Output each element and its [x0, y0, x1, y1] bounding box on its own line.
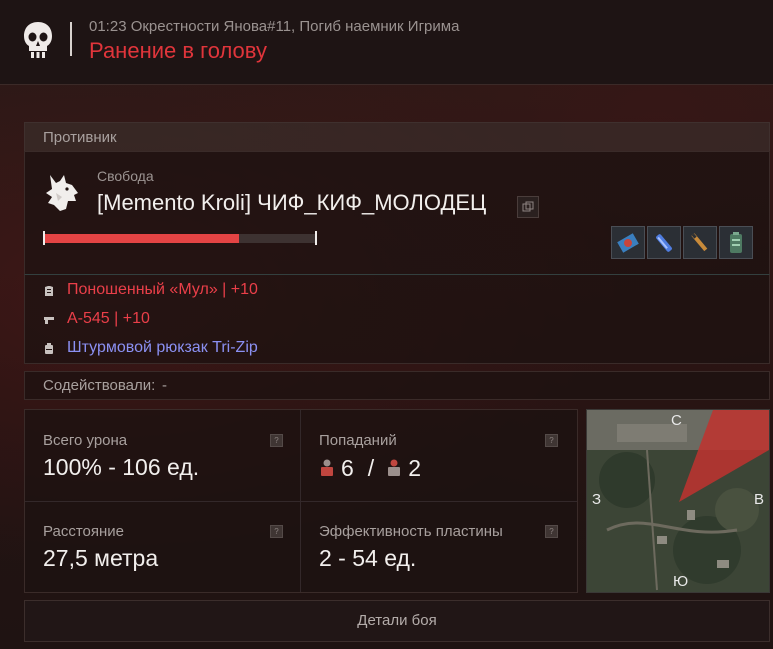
copy-icon — [522, 201, 534, 212]
stat-total-damage-value: 100% - 106 ед. — [43, 454, 200, 480]
stat-hits-label: Попаданий — [319, 432, 397, 449]
quick-slot[interactable] — [719, 226, 753, 259]
stat-hits-head-count: 2 — [408, 454, 421, 481]
assist-label: Содействовали: — [43, 377, 156, 394]
skull-icon — [24, 22, 52, 58]
help-icon[interactable]: ? — [270, 434, 283, 447]
enemy-card: Свобода [Memento Kroli] ЧИФ_КИФ_МОЛОДЕЦ — [24, 151, 770, 275]
enemy-health-fill — [44, 234, 239, 243]
syringe-icon — [691, 233, 708, 252]
quick-slot[interactable] — [647, 226, 681, 259]
copy-name-button[interactable] — [517, 196, 539, 218]
stat-total-damage-label: Всего урона — [43, 432, 128, 449]
body-hit-icon — [321, 459, 333, 476]
stat-hits-values: 6 / 2 — [319, 454, 421, 482]
enemy-player-name: [Memento Kroli] ЧИФ_КИФ_МОЛОДЕЦ — [97, 190, 487, 215]
assist-row: Содействовали: - — [24, 371, 770, 400]
stat-plate-efficiency-value: 2 - 54 ед. — [319, 545, 417, 571]
enemy-section-header: Противник — [24, 122, 770, 152]
help-icon[interactable]: ? — [545, 434, 558, 447]
equipment-armor-row[interactable]: Поношенный «Мул» | +10 — [43, 279, 258, 301]
health-bar-start-cap — [43, 231, 45, 245]
equipment-backpack-name: Штурмовой рюкзак Tri-Zip — [67, 339, 258, 356]
equipment-weapon-name: А-545 | +10 — [67, 310, 150, 327]
battery-icon — [730, 232, 742, 253]
kill-subtitle: 01:23 Окрестности Янова#11, Погиб наемни… — [89, 18, 460, 35]
kill-minimap[interactable]: С Ю З В — [586, 409, 770, 593]
header-divider — [70, 22, 72, 56]
stat-total-damage: Всего урона ? 100% - 106 ед. — [25, 410, 301, 501]
stat-hits-body-count: 6 — [341, 454, 354, 481]
armor-icon — [43, 284, 55, 296]
head-hit-icon — [388, 459, 401, 476]
enemy-faction: Свобода — [97, 168, 154, 184]
kill-title: Ранение в голову — [89, 38, 267, 63]
quick-slots — [611, 226, 753, 259]
compass-east: В — [754, 491, 765, 508]
compass-north: С — [671, 412, 682, 429]
compass-south: Ю — [673, 573, 689, 590]
kill-header: 01:23 Окрестности Янова#11, Погиб наемни… — [0, 0, 773, 85]
stat-hits: Попаданий ? 6 / 2 — [301, 410, 577, 501]
enemy-section-label: Противник — [43, 129, 117, 146]
stat-plate-efficiency: Эффективность пластины ? 2 - 54 ед. — [301, 501, 577, 592]
blue-ampoule-icon — [656, 234, 672, 252]
wolf-faction-icon — [46, 175, 78, 211]
quick-slot[interactable] — [683, 226, 717, 259]
quick-slot[interactable] — [611, 226, 645, 259]
backpack-icon — [43, 342, 55, 354]
health-bar-end-cap — [315, 231, 317, 245]
help-icon[interactable]: ? — [545, 525, 558, 538]
equipment-backpack-row[interactable]: Штурмовой рюкзак Tri-Zip — [43, 337, 258, 359]
equipment-weapon-row[interactable]: А-545 | +10 — [43, 308, 150, 330]
equipment-armor-name: Поношенный «Мул» | +10 — [67, 281, 258, 298]
enemy-health-bar — [44, 234, 315, 243]
stat-hits-separator: / — [367, 454, 375, 481]
combat-stats: Всего урона ? 100% - 106 ед. Попаданий ?… — [24, 409, 578, 593]
assist-value: - — [162, 377, 167, 394]
stat-distance: Расстояние ? 27,5 метра — [25, 501, 301, 592]
pistol-icon — [43, 313, 55, 325]
enemy-equipment: Поношенный «Мул» | +10 А-545 | +10 Штурм… — [24, 274, 770, 364]
stat-distance-value: 27,5 метра — [43, 545, 159, 571]
stat-distance-label: Расстояние — [43, 523, 125, 540]
anomaly-artifact-icon — [617, 233, 639, 253]
minimap-terrain — [587, 410, 769, 592]
help-icon[interactable]: ? — [270, 525, 283, 538]
stat-plate-efficiency-label: Эффективность пластины — [319, 523, 503, 540]
battle-details-button[interactable]: Детали боя — [24, 600, 770, 642]
compass-west: З — [592, 491, 602, 508]
